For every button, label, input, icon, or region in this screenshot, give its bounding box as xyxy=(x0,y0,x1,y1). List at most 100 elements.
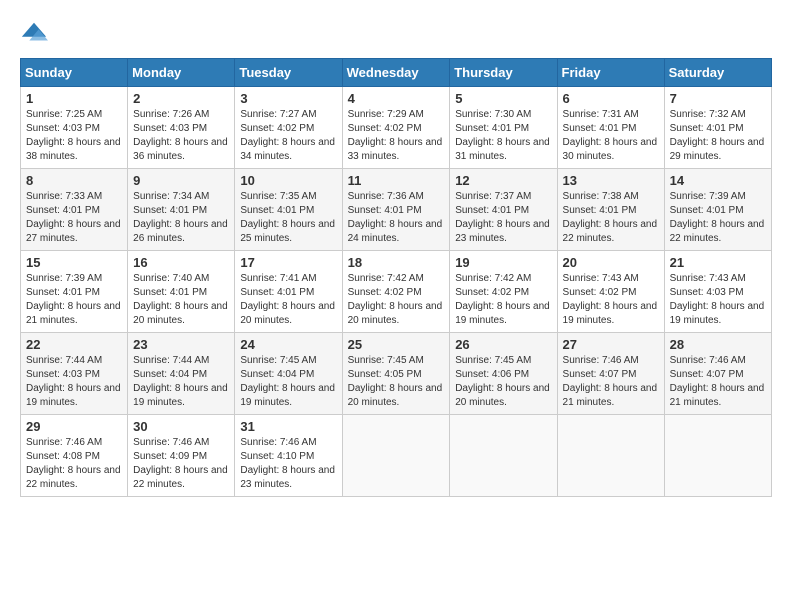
day-number: 16 xyxy=(133,255,229,270)
calendar-cell: 15 Sunrise: 7:39 AM Sunset: 4:01 PM Dayl… xyxy=(21,251,128,333)
calendar-cell: 21 Sunrise: 7:43 AM Sunset: 4:03 PM Dayl… xyxy=(664,251,771,333)
weekday-header-friday: Friday xyxy=(557,59,664,87)
calendar-cell: 31 Sunrise: 7:46 AM Sunset: 4:10 PM Dayl… xyxy=(235,415,342,497)
day-number: 4 xyxy=(348,91,445,106)
calendar-week-5: 29 Sunrise: 7:46 AM Sunset: 4:08 PM Dayl… xyxy=(21,415,772,497)
day-detail: Sunrise: 7:43 AM Sunset: 4:02 PM Dayligh… xyxy=(563,272,659,328)
day-detail: Sunrise: 7:46 AM Sunset: 4:09 PM Dayligh… xyxy=(133,436,229,492)
calendar-cell: 25 Sunrise: 7:45 AM Sunset: 4:05 PM Dayl… xyxy=(342,333,450,415)
day-detail: Sunrise: 7:39 AM Sunset: 4:01 PM Dayligh… xyxy=(26,272,122,328)
day-detail: Sunrise: 7:42 AM Sunset: 4:02 PM Dayligh… xyxy=(348,272,445,328)
calendar-cell: 6 Sunrise: 7:31 AM Sunset: 4:01 PM Dayli… xyxy=(557,87,664,169)
day-detail: Sunrise: 7:46 AM Sunset: 4:07 PM Dayligh… xyxy=(563,354,659,410)
day-number: 18 xyxy=(348,255,445,270)
calendar-cell: 5 Sunrise: 7:30 AM Sunset: 4:01 PM Dayli… xyxy=(450,87,557,169)
calendar-cell xyxy=(450,415,557,497)
calendar-cell: 24 Sunrise: 7:45 AM Sunset: 4:04 PM Dayl… xyxy=(235,333,342,415)
weekday-header-wednesday: Wednesday xyxy=(342,59,450,87)
calendar-cell: 4 Sunrise: 7:29 AM Sunset: 4:02 PM Dayli… xyxy=(342,87,450,169)
weekday-header-sunday: Sunday xyxy=(21,59,128,87)
weekday-header-tuesday: Tuesday xyxy=(235,59,342,87)
day-number: 25 xyxy=(348,337,445,352)
day-number: 13 xyxy=(563,173,659,188)
day-number: 23 xyxy=(133,337,229,352)
logo xyxy=(20,20,52,48)
day-detail: Sunrise: 7:31 AM Sunset: 4:01 PM Dayligh… xyxy=(563,108,659,164)
day-number: 7 xyxy=(670,91,766,106)
calendar-header-row: SundayMondayTuesdayWednesdayThursdayFrid… xyxy=(21,59,772,87)
calendar-cell: 10 Sunrise: 7:35 AM Sunset: 4:01 PM Dayl… xyxy=(235,169,342,251)
day-detail: Sunrise: 7:42 AM Sunset: 4:02 PM Dayligh… xyxy=(455,272,551,328)
calendar-cell: 9 Sunrise: 7:34 AM Sunset: 4:01 PM Dayli… xyxy=(128,169,235,251)
calendar-cell: 3 Sunrise: 7:27 AM Sunset: 4:02 PM Dayli… xyxy=(235,87,342,169)
day-number: 17 xyxy=(240,255,336,270)
day-number: 11 xyxy=(348,173,445,188)
calendar-cell: 20 Sunrise: 7:43 AM Sunset: 4:02 PM Dayl… xyxy=(557,251,664,333)
day-number: 5 xyxy=(455,91,551,106)
day-detail: Sunrise: 7:37 AM Sunset: 4:01 PM Dayligh… xyxy=(455,190,551,246)
weekday-header-thursday: Thursday xyxy=(450,59,557,87)
day-number: 24 xyxy=(240,337,336,352)
calendar-cell xyxy=(557,415,664,497)
calendar-cell: 14 Sunrise: 7:39 AM Sunset: 4:01 PM Dayl… xyxy=(664,169,771,251)
day-detail: Sunrise: 7:39 AM Sunset: 4:01 PM Dayligh… xyxy=(670,190,766,246)
weekday-header-saturday: Saturday xyxy=(664,59,771,87)
day-detail: Sunrise: 7:46 AM Sunset: 4:07 PM Dayligh… xyxy=(670,354,766,410)
calendar-cell: 22 Sunrise: 7:44 AM Sunset: 4:03 PM Dayl… xyxy=(21,333,128,415)
day-detail: Sunrise: 7:35 AM Sunset: 4:01 PM Dayligh… xyxy=(240,190,336,246)
day-detail: Sunrise: 7:34 AM Sunset: 4:01 PM Dayligh… xyxy=(133,190,229,246)
calendar-cell: 11 Sunrise: 7:36 AM Sunset: 4:01 PM Dayl… xyxy=(342,169,450,251)
day-detail: Sunrise: 7:43 AM Sunset: 4:03 PM Dayligh… xyxy=(670,272,766,328)
calendar-cell: 18 Sunrise: 7:42 AM Sunset: 4:02 PM Dayl… xyxy=(342,251,450,333)
day-detail: Sunrise: 7:46 AM Sunset: 4:08 PM Dayligh… xyxy=(26,436,122,492)
day-detail: Sunrise: 7:45 AM Sunset: 4:04 PM Dayligh… xyxy=(240,354,336,410)
day-detail: Sunrise: 7:29 AM Sunset: 4:02 PM Dayligh… xyxy=(348,108,445,164)
calendar-cell: 8 Sunrise: 7:33 AM Sunset: 4:01 PM Dayli… xyxy=(21,169,128,251)
calendar-cell: 23 Sunrise: 7:44 AM Sunset: 4:04 PM Dayl… xyxy=(128,333,235,415)
day-detail: Sunrise: 7:40 AM Sunset: 4:01 PM Dayligh… xyxy=(133,272,229,328)
day-number: 19 xyxy=(455,255,551,270)
day-detail: Sunrise: 7:44 AM Sunset: 4:03 PM Dayligh… xyxy=(26,354,122,410)
day-detail: Sunrise: 7:25 AM Sunset: 4:03 PM Dayligh… xyxy=(26,108,122,164)
day-number: 26 xyxy=(455,337,551,352)
calendar-cell: 12 Sunrise: 7:37 AM Sunset: 4:01 PM Dayl… xyxy=(450,169,557,251)
calendar-week-4: 22 Sunrise: 7:44 AM Sunset: 4:03 PM Dayl… xyxy=(21,333,772,415)
calendar-cell: 1 Sunrise: 7:25 AM Sunset: 4:03 PM Dayli… xyxy=(21,87,128,169)
day-number: 31 xyxy=(240,419,336,434)
day-number: 27 xyxy=(563,337,659,352)
calendar-table: SundayMondayTuesdayWednesdayThursdayFrid… xyxy=(20,58,772,497)
day-detail: Sunrise: 7:26 AM Sunset: 4:03 PM Dayligh… xyxy=(133,108,229,164)
calendar-cell: 29 Sunrise: 7:46 AM Sunset: 4:08 PM Dayl… xyxy=(21,415,128,497)
day-number: 28 xyxy=(670,337,766,352)
day-detail: Sunrise: 7:44 AM Sunset: 4:04 PM Dayligh… xyxy=(133,354,229,410)
day-number: 2 xyxy=(133,91,229,106)
calendar-cell: 30 Sunrise: 7:46 AM Sunset: 4:09 PM Dayl… xyxy=(128,415,235,497)
day-detail: Sunrise: 7:45 AM Sunset: 4:06 PM Dayligh… xyxy=(455,354,551,410)
day-number: 30 xyxy=(133,419,229,434)
day-number: 12 xyxy=(455,173,551,188)
calendar-cell: 16 Sunrise: 7:40 AM Sunset: 4:01 PM Dayl… xyxy=(128,251,235,333)
day-number: 9 xyxy=(133,173,229,188)
day-detail: Sunrise: 7:36 AM Sunset: 4:01 PM Dayligh… xyxy=(348,190,445,246)
day-number: 21 xyxy=(670,255,766,270)
day-number: 1 xyxy=(26,91,122,106)
weekday-header-monday: Monday xyxy=(128,59,235,87)
day-detail: Sunrise: 7:46 AM Sunset: 4:10 PM Dayligh… xyxy=(240,436,336,492)
day-number: 3 xyxy=(240,91,336,106)
day-detail: Sunrise: 7:30 AM Sunset: 4:01 PM Dayligh… xyxy=(455,108,551,164)
calendar-week-2: 8 Sunrise: 7:33 AM Sunset: 4:01 PM Dayli… xyxy=(21,169,772,251)
calendar-cell: 27 Sunrise: 7:46 AM Sunset: 4:07 PM Dayl… xyxy=(557,333,664,415)
calendar-cell xyxy=(342,415,450,497)
day-number: 29 xyxy=(26,419,122,434)
day-number: 20 xyxy=(563,255,659,270)
calendar-cell xyxy=(664,415,771,497)
logo-icon xyxy=(20,20,48,48)
calendar-cell: 26 Sunrise: 7:45 AM Sunset: 4:06 PM Dayl… xyxy=(450,333,557,415)
calendar-cell: 17 Sunrise: 7:41 AM Sunset: 4:01 PM Dayl… xyxy=(235,251,342,333)
day-detail: Sunrise: 7:32 AM Sunset: 4:01 PM Dayligh… xyxy=(670,108,766,164)
day-detail: Sunrise: 7:45 AM Sunset: 4:05 PM Dayligh… xyxy=(348,354,445,410)
calendar-cell: 2 Sunrise: 7:26 AM Sunset: 4:03 PM Dayli… xyxy=(128,87,235,169)
day-detail: Sunrise: 7:33 AM Sunset: 4:01 PM Dayligh… xyxy=(26,190,122,246)
day-number: 22 xyxy=(26,337,122,352)
calendar-cell: 13 Sunrise: 7:38 AM Sunset: 4:01 PM Dayl… xyxy=(557,169,664,251)
